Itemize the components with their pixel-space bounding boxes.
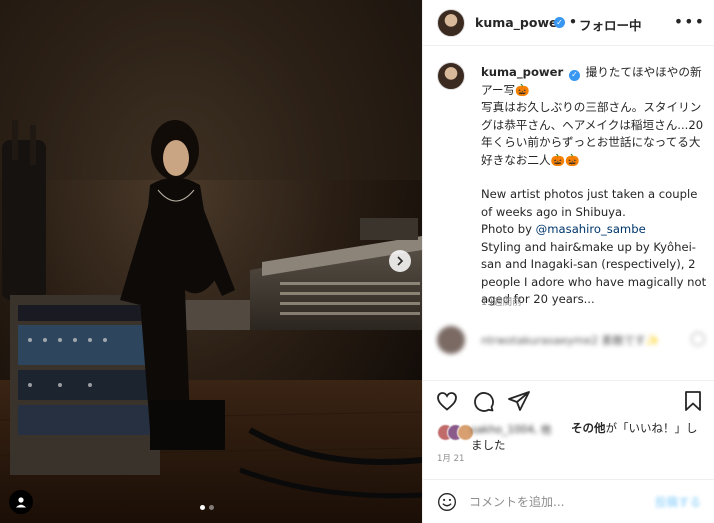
post-photo[interactable] (0, 0, 422, 523)
post-details-panel: kuma_power ✓ • フォロー中 ••• kuma_power ✓ 撮り… (422, 0, 714, 523)
caption-en-part1: New artist photos just taken a couple of… (481, 187, 698, 219)
user-tag-button[interactable] (9, 490, 33, 514)
caption: kuma_power ✓ 撮りたてほやほやの新アー写🎃 写真はお久しぶりの三部さ… (481, 64, 707, 309)
caption-timestamp: 19週間前 (481, 297, 522, 308)
post-comment-button[interactable]: 投稿する (655, 494, 701, 510)
comment-composer: 投稿する (423, 479, 714, 523)
caption-jp-line2: 写真はお久しぶりの三部さん。スタイリングは恭平さん、ヘアメイクは稲垣さん...2… (481, 100, 704, 167)
commenter-avatar[interactable] (437, 326, 465, 354)
liker-names[interactable]: sakho_1004, 他 (471, 422, 551, 437)
comment-text: ntrwotakurasaeyme2 素敵です✨ (481, 334, 660, 347)
following-button[interactable]: フォロー中 (579, 15, 642, 34)
carousel-dot (209, 505, 214, 510)
caption-photo-prefix: Photo by (481, 222, 536, 236)
verified-badge-icon: ✓ (568, 69, 580, 81)
comment-icon[interactable] (471, 389, 495, 413)
action-bar (423, 380, 714, 421)
more-options-button[interactable]: ••• (674, 12, 705, 31)
studio-photo-illustration (0, 0, 422, 523)
likes-suffix-2: ました (471, 438, 506, 452)
heart-icon[interactable] (435, 389, 459, 413)
comment-like-icon[interactable] (691, 332, 705, 346)
share-icon[interactable] (507, 389, 531, 413)
carousel-next-button[interactable] (389, 250, 411, 272)
bookmark-icon[interactable] (681, 389, 705, 413)
emoji-icon[interactable] (437, 492, 457, 512)
caption-username[interactable]: kuma_power (481, 65, 563, 79)
caption-avatar[interactable] (437, 62, 465, 90)
follow-separator: • (569, 14, 577, 29)
likes-others-link[interactable]: その他 (571, 421, 606, 435)
likes-suffix-1: が「いいね！」し (605, 421, 698, 435)
mention-link[interactable]: @masahiro_sambe (536, 222, 646, 236)
carousel-indicator (200, 505, 214, 510)
verified-badge-icon: ✓ (554, 17, 565, 28)
avatar[interactable] (437, 9, 465, 37)
username-link[interactable]: kuma_power (475, 15, 564, 30)
likes-summary: sakho_1004, 他 その他が「いいね！」し ました (437, 420, 707, 454)
chevron-right-icon (397, 256, 404, 266)
user-tag-icon (16, 497, 26, 508)
comment-input[interactable] (469, 492, 649, 512)
post-header: kuma_power ✓ • フォロー中 ••• (423, 0, 714, 46)
carousel-dot-active (200, 505, 205, 510)
post-date[interactable]: 1月 21 (437, 452, 464, 464)
comment-item: ntrwotakurasaeyme2 素敵です✨ (437, 326, 707, 356)
